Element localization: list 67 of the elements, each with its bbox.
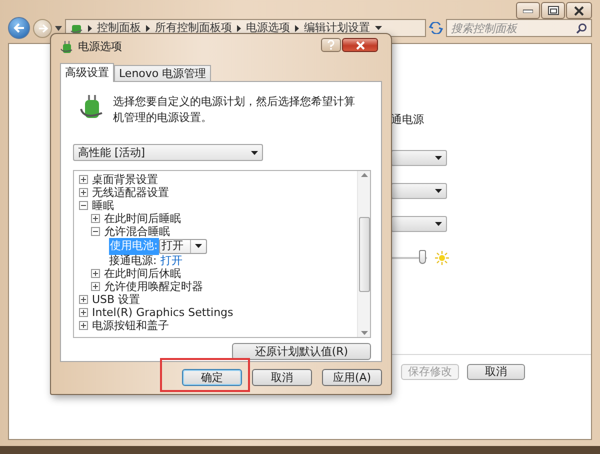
scroll-up-icon[interactable]: [360, 171, 368, 180]
refresh-icon[interactable]: [429, 22, 443, 34]
close-button[interactable]: [342, 38, 378, 52]
back-button[interactable]: [8, 17, 30, 39]
caret-icon: [194, 244, 202, 248]
forward-button[interactable]: [33, 18, 52, 38]
dropdown-caret-icon[interactable]: [375, 26, 382, 30]
caret-icon: [435, 222, 442, 226]
setting-label: 接通电源:: [109, 252, 157, 268]
caret-icon: [435, 156, 442, 160]
cancel-button[interactable]: 取消: [252, 369, 312, 386]
caret-icon: [251, 150, 258, 155]
separator-icon: [146, 24, 150, 32]
column-header: 通电源: [391, 112, 424, 128]
separator-icon: [237, 24, 241, 32]
collapse-icon[interactable]: [79, 201, 88, 210]
breadcrumb-link[interactable]: 所有控制面板项: [155, 20, 232, 36]
setting-label: 使用电池:: [109, 238, 159, 255]
breadcrumb-link[interactable]: 控制面板: [97, 20, 141, 36]
back-arrow-icon: [13, 23, 25, 33]
dropdown[interactable]: [391, 150, 447, 166]
scroll-down-icon[interactable]: [360, 329, 368, 338]
separator-icon: [88, 24, 92, 32]
dialog-title: 电源选项: [78, 38, 122, 55]
breadcrumb-link[interactable]: 编辑计划设置: [304, 20, 370, 36]
expand-icon[interactable]: [79, 321, 88, 330]
minimize-icon: [523, 8, 533, 12]
sun-icon: [435, 250, 449, 264]
slider-thumb[interactable]: [418, 250, 426, 264]
ok-button[interactable]: 确定: [182, 369, 242, 386]
help-button[interactable]: [321, 38, 341, 52]
expand-icon[interactable]: [91, 269, 100, 278]
caret-icon: [435, 188, 442, 192]
value-link[interactable]: 打开: [160, 252, 183, 270]
apply-button[interactable]: 应用(A): [322, 369, 382, 386]
restore-defaults-button[interactable]: 还原计划默认值(R): [232, 343, 371, 360]
scrollbar[interactable]: [357, 171, 370, 338]
question-mark-icon: [327, 40, 335, 50]
search-icon[interactable]: [576, 23, 587, 34]
forward-arrow-icon: [38, 24, 48, 32]
dropdown[interactable]: [391, 182, 447, 198]
close-icon: [574, 6, 584, 16]
maximize-button[interactable]: [541, 2, 565, 19]
breadcrumb-link[interactable]: 电源选项: [246, 20, 290, 36]
dropdown-caret-icon[interactable]: [55, 26, 62, 30]
plan-dropdown[interactable]: 高性能 [活动]: [73, 144, 263, 162]
separator-icon: [295, 24, 299, 32]
dropdown[interactable]: [391, 216, 447, 232]
value-dropdown[interactable]: 打开: [158, 238, 207, 254]
expand-icon[interactable]: [91, 214, 100, 224]
expand-icon[interactable]: [79, 175, 88, 184]
expand-icon[interactable]: [91, 282, 100, 292]
tree-item[interactable]: 电源按钮和盖子: [92, 318, 169, 334]
expand-icon[interactable]: [79, 188, 88, 198]
minimize-button[interactable]: [516, 2, 540, 19]
expand-icon[interactable]: [79, 308, 88, 318]
maximize-icon: [548, 6, 558, 15]
close-button[interactable]: [566, 2, 592, 19]
tab[interactable]: 高级设置: [60, 63, 114, 82]
tab[interactable]: Lenovo 电源管理: [114, 65, 212, 82]
expand-icon[interactable]: [79, 295, 88, 304]
description-text: 选择您要自定义的电源计划，然后选择您希望计算机管理的电源设置。: [113, 94, 356, 126]
search-field[interactable]: 搜索控制面板: [446, 19, 592, 37]
close-icon: [356, 40, 364, 50]
cancel-button[interactable]: 取消: [467, 364, 525, 380]
battery-plug-icon: [60, 40, 74, 54]
collapse-icon[interactable]: [91, 227, 100, 236]
